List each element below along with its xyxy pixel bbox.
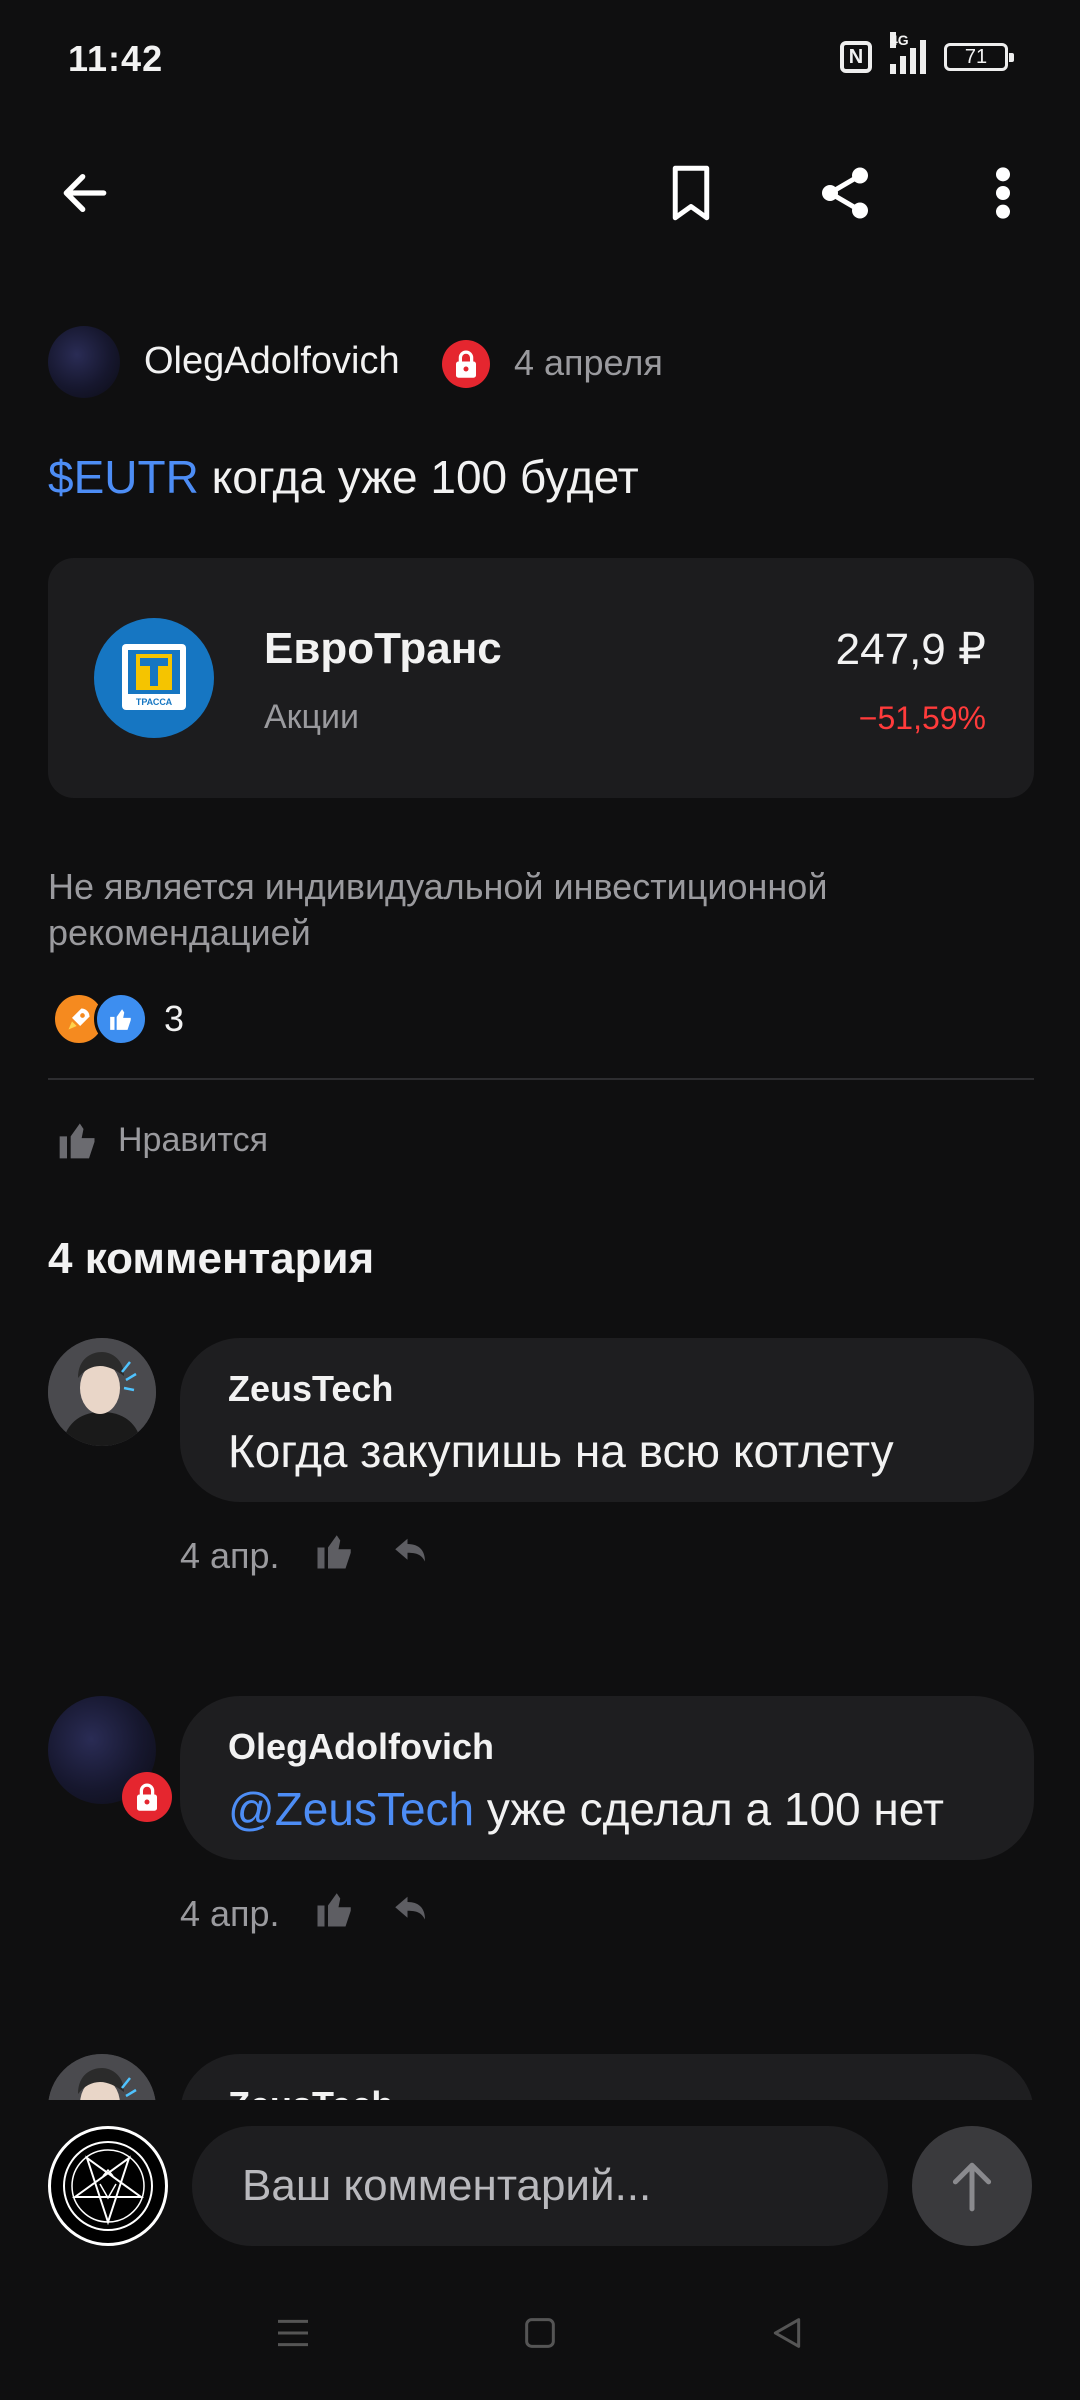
stock-price: 247,9 ₽ <box>835 625 986 674</box>
thumbs-up-icon <box>317 1535 351 1569</box>
lock-icon <box>456 350 476 378</box>
share-icon <box>822 167 868 219</box>
bookmark-button[interactable] <box>646 148 736 238</box>
stock-card[interactable]: ТРАССА ЕвроТранс Акции 247,9 ₽ −51,59% <box>48 558 1034 798</box>
comment-reply-button[interactable] <box>390 1530 432 1581</box>
lock-icon <box>137 1783 157 1811</box>
stock-logo: ТРАССА <box>94 618 214 738</box>
menu-nav-button[interactable] <box>273 2313 313 2358</box>
lock-badge <box>442 340 490 388</box>
comments-title: 4 комментария <box>48 1234 375 1283</box>
thumbs-up-icon <box>317 1893 351 1927</box>
square-icon <box>525 2317 555 2348</box>
bookmark-icon <box>672 165 710 221</box>
share-button[interactable] <box>800 148 890 238</box>
comment-bubble[interactable]: OlegAdolfovich @ZeusTech уже сделал а 10… <box>180 1696 1034 1860</box>
author-avatar[interactable] <box>48 326 120 398</box>
triangle-back-icon <box>773 2317 800 2348</box>
post-date: 4 апреля <box>514 342 663 383</box>
thumbs-up-reaction-icon <box>94 992 148 1046</box>
logo-text: ТРАССА <box>136 697 173 707</box>
pentagram-avatar-icon <box>63 2141 153 2231</box>
comment-meta: 4 апр. <box>180 1530 432 1581</box>
comment-bubble[interactable]: ZeusTech Когда закупишь на всю котлету <box>180 1338 1034 1502</box>
zeustech-avatar-icon <box>48 1338 156 1446</box>
post-text: $EUTR когда уже 100 будет <box>48 450 639 504</box>
status-time: 11:42 <box>68 38 164 79</box>
reactions-summary[interactable]: 3 <box>52 992 184 1046</box>
like-button[interactable]: Нравится <box>56 1118 268 1162</box>
stock-name: ЕвроТранс <box>264 624 502 673</box>
status-icons: N 4G 71 <box>840 32 1014 74</box>
comment-avatar[interactable] <box>48 1338 156 1446</box>
comment-input[interactable] <box>192 2126 888 2246</box>
more-vertical-icon <box>996 167 1010 219</box>
reactions-count: 3 <box>164 998 185 1039</box>
evrotrans-logo-icon: ТРАССА <box>122 644 186 710</box>
comment-date: 4 апр. <box>180 1892 280 1934</box>
battery-icon: 71 <box>944 43 1014 71</box>
ticker-link[interactable]: $EUTR <box>48 451 199 503</box>
thumbs-up-icon <box>59 1123 95 1159</box>
arrow-up-icon <box>952 2162 992 2212</box>
home-nav-button[interactable] <box>520 2313 560 2358</box>
mention-link[interactable]: @ZeusTech <box>228 1783 474 1835</box>
comment-author[interactable]: OlegAdolfovich <box>228 1726 494 1768</box>
like-label: Нравится <box>118 1120 269 1159</box>
author-name[interactable]: OlegAdolfovich <box>144 340 400 383</box>
comment-date: 4 апр. <box>180 1534 280 1576</box>
send-button[interactable] <box>912 2126 1032 2246</box>
comment-reply-button[interactable] <box>390 1888 432 1939</box>
disclaimer: Не является индивидуальной инвестиционно… <box>48 866 828 953</box>
lock-badge <box>122 1772 172 1822</box>
stock-type: Акции <box>264 698 360 736</box>
comment-body: уже сделал а 100 нет <box>474 1783 944 1835</box>
divider <box>48 1078 1034 1080</box>
battery-level: 71 <box>964 46 988 68</box>
menu-icon <box>278 2319 309 2346</box>
more-options-button[interactable] <box>958 148 1048 238</box>
comment-like-button[interactable] <box>314 1530 356 1581</box>
reply-icon <box>394 1896 425 1920</box>
back-nav-button[interactable] <box>767 2313 807 2358</box>
comment-author[interactable]: ZeusTech <box>228 1368 393 1410</box>
comment-like-button[interactable] <box>314 1888 356 1939</box>
comment-text: @ZeusTech уже сделал а 100 нет <box>228 1782 944 1836</box>
post-body: когда уже 100 будет <box>198 451 639 503</box>
my-avatar[interactable] <box>48 2126 168 2246</box>
reply-icon <box>394 1538 425 1562</box>
system-navbar <box>0 2290 1080 2380</box>
signal-icon: 4G <box>890 32 926 74</box>
back-button[interactable] <box>40 148 130 238</box>
comment-text: Когда закупишь на всю котлету <box>228 1425 894 1477</box>
stock-change: −51,59% <box>858 700 986 736</box>
arrow-left-icon <box>63 173 107 213</box>
comment-meta: 4 апр. <box>180 1888 432 1939</box>
nfc-icon: N <box>840 41 872 73</box>
